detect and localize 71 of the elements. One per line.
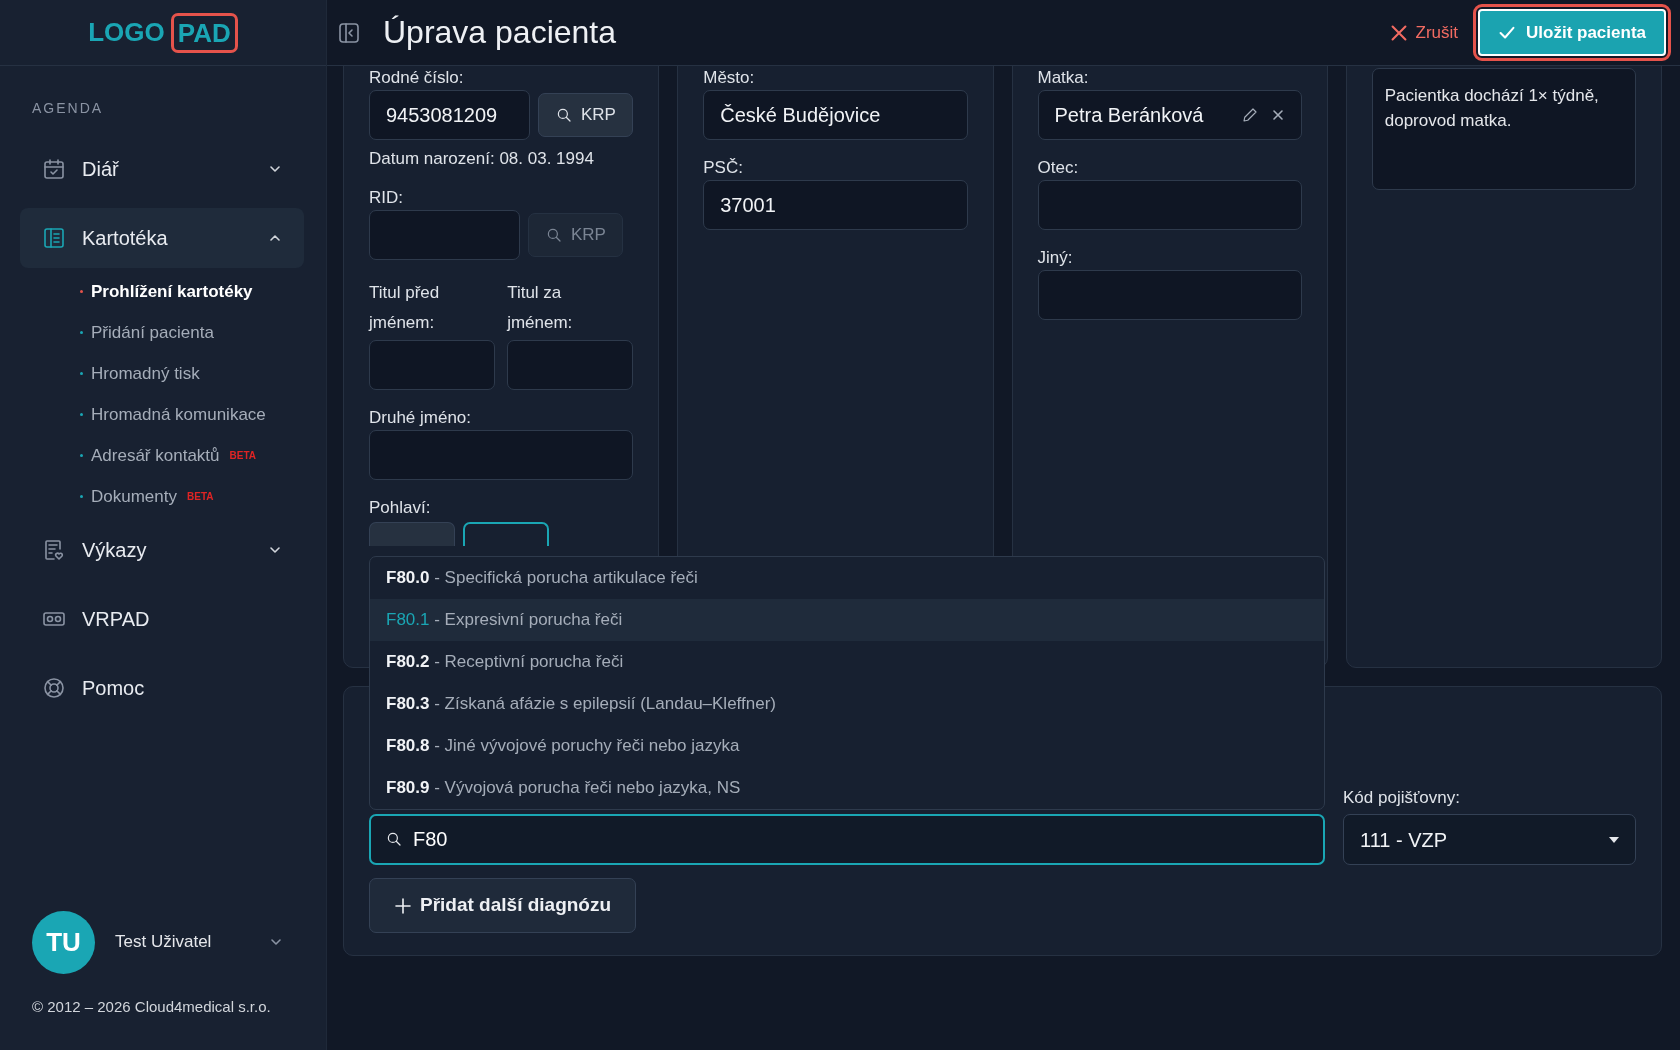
bullet-icon xyxy=(80,495,83,498)
diagnosis-option[interactable]: F80.9 - Vývojová porucha řeči nebo jazyka, NS xyxy=(370,767,1324,809)
field-label: Pohlaví: xyxy=(369,497,432,518)
notes-field[interactable]: Pacientka dochází 1× týdně, doprovod matka. xyxy=(1371,68,1636,190)
submenu-item[interactable]: Přidání pacienta xyxy=(91,319,214,346)
text-field[interactable]: České Budějovice xyxy=(703,90,968,140)
submenu-item[interactable]: Adresář kontaktů xyxy=(91,442,220,469)
bullet-icon xyxy=(80,331,83,334)
submenu-item[interactable]: Hromadný tisk xyxy=(91,360,200,387)
field-label: Druhé jméno: xyxy=(369,407,473,428)
text-field[interactable] xyxy=(507,339,634,390)
diagnosis-option[interactable]: F80.2 - Receptivní porucha řeči xyxy=(370,641,1324,683)
user-name[interactable]: Test Uživatel xyxy=(115,929,212,955)
report-heart-icon xyxy=(42,538,66,562)
bullet-icon xyxy=(80,290,83,293)
submenu-item[interactable]: Prohlížení kartotéky xyxy=(91,278,253,305)
field-label: PSČ: xyxy=(703,158,744,178)
person-field[interactable]: Petra Beránková xyxy=(1037,90,1302,140)
field-label: Matka: xyxy=(1037,68,1090,88)
card-index-icon xyxy=(42,226,66,250)
text-field[interactable]: 37001 xyxy=(703,180,968,230)
page-title: Úprava pacienta xyxy=(383,13,617,52)
field-label: Titul za jménem: xyxy=(507,281,574,334)
field-label: RID: xyxy=(369,187,404,208)
bullet-icon xyxy=(80,372,83,375)
text-field[interactable] xyxy=(369,339,496,390)
bullet-icon xyxy=(80,454,83,457)
cancel-button[interactable]: Zrušit xyxy=(1383,18,1465,47)
field-label: Rodné číslo: xyxy=(369,68,465,88)
submenu-item[interactable]: Hromadná komunikace xyxy=(91,401,266,428)
logo-text: PAD xyxy=(170,12,238,53)
add-diagnosis-button[interactable]: Přidat další diagnózu xyxy=(369,878,637,933)
sidebar-item[interactable]: VRPAD xyxy=(20,589,304,649)
insurance-select[interactable]: 111 - VZP xyxy=(1343,814,1636,865)
birth-date-text: Datum narození: 08. 03. 1994 xyxy=(369,148,595,170)
beta-label: BETA xyxy=(187,490,214,504)
gender-option[interactable] xyxy=(463,521,549,546)
sidebar-item[interactable]: Pomoc xyxy=(20,658,304,718)
diagnosis-option[interactable]: F80.3 - Získaná afázie s epilepsií (Landau–Kleffner) xyxy=(370,683,1324,725)
diagnosis-option[interactable]: F80.0 - Specifická porucha artikulace řeči xyxy=(370,557,1324,599)
field-label: Kód pojišťovny: xyxy=(1343,788,1461,808)
search-icon xyxy=(555,106,573,124)
text-field[interactable] xyxy=(1037,270,1302,320)
calendar-icon xyxy=(42,157,66,181)
close-icon xyxy=(1389,23,1408,42)
sidebar-item[interactable]: Výkazy xyxy=(20,520,304,580)
field-label: Otec: xyxy=(1037,158,1080,178)
plus-icon xyxy=(394,896,412,915)
text-field[interactable] xyxy=(1037,180,1302,230)
pencil-icon xyxy=(1240,106,1259,124)
sidebar-item[interactable]: Diář xyxy=(20,139,304,199)
diagnosis-option[interactable]: F80.8 - Jiné vývojové poruchy řeči nebo jazyka xyxy=(370,725,1324,767)
text-field[interactable]: 9453081209 xyxy=(369,90,530,140)
text-field[interactable] xyxy=(369,209,520,260)
field-label: Titul před jménem: xyxy=(369,281,441,334)
copyright-text: © 2012 – 2026 Cloud4medical s.r.o. xyxy=(32,996,272,1017)
text-field[interactable] xyxy=(369,429,634,480)
bullet-icon xyxy=(80,413,83,416)
field-label: Město: xyxy=(703,68,756,88)
lifebuoy-icon xyxy=(42,676,66,700)
logo-text: LOGO xyxy=(88,16,165,49)
beta-label: BETA xyxy=(229,449,256,463)
submenu-item[interactable]: Dokumenty xyxy=(91,483,177,510)
search-field[interactable]: F80 xyxy=(369,814,1325,865)
krp-button[interactable]: KRP xyxy=(538,93,633,137)
field-label: Jiný: xyxy=(1037,248,1074,268)
caret-icon xyxy=(1609,836,1619,843)
sidebar-item[interactable]: Kartotéka xyxy=(20,208,304,268)
sidebar-toggle-icon xyxy=(337,20,361,45)
diagnosis-option[interactable]: F80.1 - Expresivní porucha řeči xyxy=(370,599,1324,641)
section-heading: AGENDA xyxy=(32,99,105,118)
